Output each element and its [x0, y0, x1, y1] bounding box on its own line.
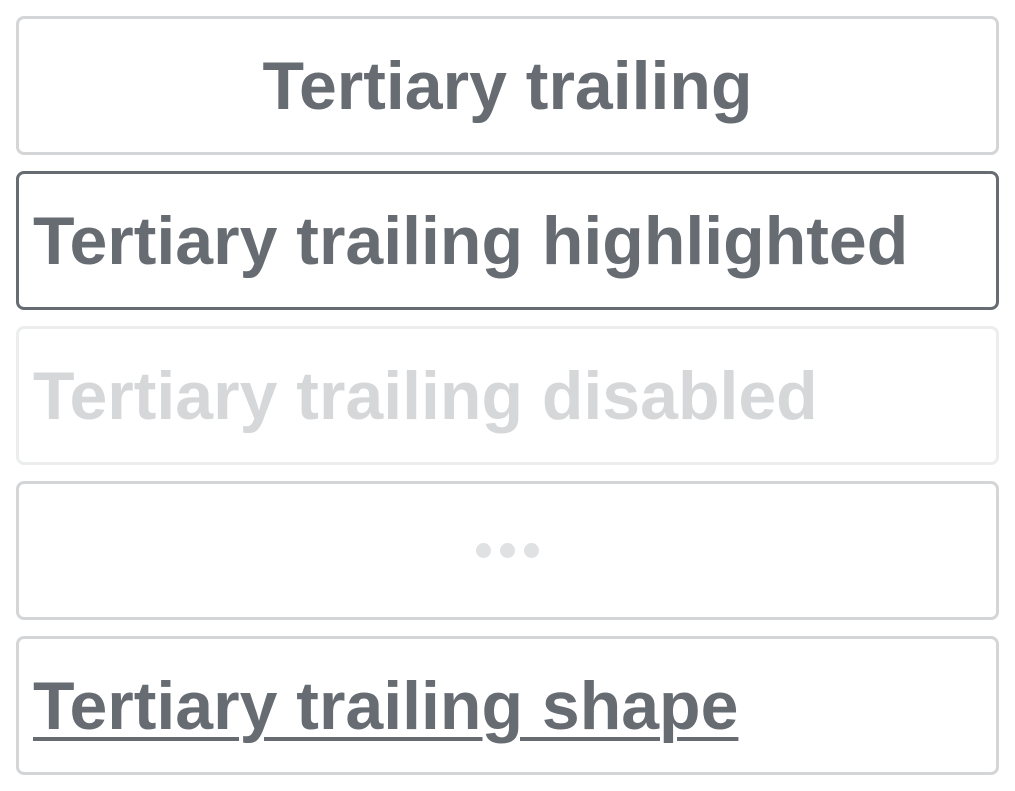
tertiary-trailing-shape-button[interactable]: Tertiary trailing shape [16, 636, 999, 775]
button-label: Tertiary trailing disabled [33, 357, 818, 434]
loading-dot [524, 543, 539, 558]
tertiary-trailing-highlighted-button[interactable]: Tertiary trailing highlighted [16, 171, 999, 310]
tertiary-trailing-loading-button[interactable] [16, 481, 999, 620]
tertiary-trailing-button[interactable]: Tertiary trailing [16, 16, 999, 155]
button-label: Tertiary trailing shape [33, 667, 739, 744]
loading-dots-icon [476, 543, 539, 558]
tertiary-trailing-button-list: Tertiary trailing Tertiary trailing high… [16, 16, 999, 775]
loading-dot [500, 543, 515, 558]
loading-dot [476, 543, 491, 558]
tertiary-trailing-disabled-button: Tertiary trailing disabled [16, 326, 999, 465]
button-label: Tertiary trailing [262, 47, 753, 124]
button-label: Tertiary trailing highlighted [33, 202, 909, 279]
